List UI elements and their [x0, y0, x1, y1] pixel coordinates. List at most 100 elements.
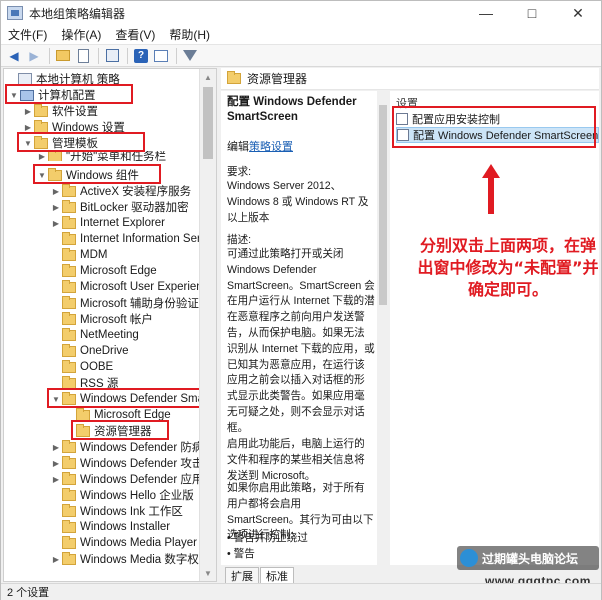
option-warn: • 警告	[227, 548, 255, 560]
help-icon[interactable]: ?	[132, 47, 150, 65]
chevron-right-icon[interactable]: ▶	[50, 199, 62, 215]
toolbar-separator	[127, 47, 128, 64]
folder-up-icon[interactable]	[54, 47, 72, 65]
folder-icon	[62, 311, 76, 325]
highlight-windows-components	[33, 164, 161, 184]
folder-icon	[34, 103, 48, 117]
watermark-badge: 过期罐头电脑论坛	[457, 546, 599, 570]
content-title: 资源管理器	[247, 72, 308, 86]
folder-icon	[62, 535, 76, 549]
highlight-admin-templates	[17, 132, 145, 152]
chevron-right-icon[interactable]: ▶	[50, 551, 62, 567]
minimize-button[interactable]: —	[463, 1, 509, 25]
arrow-forward-icon[interactable]: ▶	[25, 47, 43, 65]
folder-icon	[62, 327, 76, 341]
chevron-right-icon[interactable]: ▶	[50, 215, 62, 231]
tree-software-settings[interactable]: ▶ 软件设置	[22, 103, 98, 119]
tree-item[interactable]: Windows Installer	[50, 519, 170, 535]
chevron-right-icon[interactable]: ▶	[50, 183, 62, 199]
annotation-text: 分别双击上面两项，在弹出窗中修改为“未配置”并确定即可。	[417, 236, 599, 299]
tree-item[interactable]: OneDrive	[50, 343, 129, 359]
gpedit-app-icon	[7, 6, 23, 20]
folder-icon	[62, 487, 76, 501]
tree-item[interactable]: ▶ Windows Defender 攻击防	[50, 455, 215, 471]
menu-help[interactable]: 帮助(H)	[162, 26, 217, 43]
title-bar: 本地组策略编辑器 — □ ✕	[1, 1, 601, 25]
folder-icon	[62, 455, 76, 469]
tree-item[interactable]: ▶ Windows Defender 防病毒	[50, 439, 215, 455]
properties-icon[interactable]	[152, 47, 170, 65]
edit-policy-link[interactable]: 策略设置	[249, 141, 293, 153]
folder-icon	[62, 503, 76, 517]
status-bar: 2 个设置	[1, 583, 601, 600]
toolbar-separator	[176, 47, 177, 64]
chevron-right-icon[interactable]: ▶	[22, 103, 34, 119]
tree-item[interactable]: Windows Media Player	[50, 535, 197, 551]
chevron-right-icon[interactable]: ▶	[36, 151, 48, 161]
chevron-right-icon[interactable]: ▶	[50, 439, 62, 455]
chevron-right-icon[interactable]: ▶	[50, 471, 62, 487]
tree-item[interactable]: Microsoft 帐户	[50, 311, 153, 327]
folder-icon	[62, 375, 76, 389]
tree-pane[interactable]: 本地计算机 策略 ▼ 计算机配置 ▶ 软件设置 ▶ Windows 设置 ▼ 管…	[3, 68, 217, 582]
tree-item[interactable]: ▶ Internet Explorer	[50, 215, 165, 231]
tree-item[interactable]: Internet Information Servi	[50, 231, 209, 247]
tree-item[interactable]: ▶ BitLocker 驱动器加密	[50, 199, 189, 215]
folder-icon	[48, 151, 62, 161]
tree-item[interactable]: Microsoft Edge	[50, 263, 157, 279]
scroll-thumb[interactable]	[379, 105, 387, 305]
arrow-back-icon[interactable]: ◀	[5, 47, 23, 65]
filter-icon[interactable]	[181, 47, 199, 65]
tree-item[interactable]: ▶ Windows Defender 应用程	[50, 471, 215, 487]
tree-scrollbar[interactable]: ▲ ▼	[199, 69, 216, 581]
settings-pane: 设置 配置应用安装控制 配置 Windows Defender SmartScr…	[390, 91, 600, 565]
description-scrollbar[interactable]	[377, 91, 389, 565]
tree-item[interactable]: Microsoft User Experience	[50, 279, 215, 295]
tree-item[interactable]: ▶ Windows Media 数字权限	[50, 551, 210, 567]
toolbar-separator	[98, 47, 99, 64]
highlight-computer-config	[5, 84, 133, 104]
tab-extended[interactable]: 扩展	[225, 567, 259, 583]
toolbar: ◀ ▶ ?	[1, 45, 601, 67]
description-pane: 配置 Windows Defender SmartScreen 编辑策略设置 要…	[221, 91, 377, 565]
folder-icon	[62, 215, 76, 229]
gpedit-window: 本地组策略编辑器 — □ ✕ 文件(F) 操作(A) 查看(V) 帮助(H) ◀…	[0, 0, 602, 600]
tree-item[interactable]: Microsoft 辅助身份验证因素	[50, 295, 216, 311]
folder-icon	[62, 199, 76, 213]
folder-icon	[62, 343, 76, 357]
option-block-bypass: • 警告并防止绕过	[227, 532, 308, 544]
window-title: 本地组策略编辑器	[29, 6, 126, 21]
menu-action[interactable]: 操作(A)	[54, 26, 108, 43]
scroll-up-icon[interactable]: ▲	[200, 69, 216, 85]
tree-item[interactable]: Windows Ink 工作区	[50, 503, 183, 519]
tab-standard[interactable]: 标准	[260, 567, 294, 583]
tree-item[interactable]: ▶ ActiveX 安装程序服务	[50, 183, 191, 199]
close-button[interactable]: ✕	[555, 1, 601, 25]
highlight-explorer	[71, 420, 169, 440]
window-controls: — □ ✕	[463, 1, 601, 25]
export-icon[interactable]	[103, 47, 121, 65]
annotation-arrow-icon	[482, 164, 500, 214]
description-text-2: 启用此功能后，电脑上运行的文件和程序的某些相关信息将发送到 Microsoft。	[227, 438, 365, 482]
doc-icon[interactable]	[74, 47, 92, 65]
menu-file[interactable]: 文件(F)	[1, 26, 54, 43]
scroll-thumb[interactable]	[203, 87, 213, 159]
watermark-name: 过期罐头电脑论坛	[482, 551, 579, 566]
folder-icon	[62, 183, 76, 197]
folder-icon	[227, 71, 241, 84]
tree-item[interactable]: MDM	[50, 247, 107, 263]
highlight-defender-smartscreen	[47, 388, 213, 408]
maximize-button[interactable]: □	[509, 1, 555, 25]
chevron-right-icon[interactable]: ▶	[50, 455, 62, 471]
folder-icon	[62, 519, 76, 533]
menu-bar: 文件(F) 操作(A) 查看(V) 帮助(H)	[1, 25, 601, 45]
status-text: 2 个设置	[7, 587, 50, 599]
scroll-down-icon[interactable]: ▼	[200, 565, 216, 581]
tree-item[interactable]: NetMeeting	[50, 327, 139, 343]
tree-item[interactable]: OOBE	[50, 359, 113, 375]
tree-item[interactable]: Windows Hello 企业版	[50, 487, 194, 503]
tree-start-menu[interactable]: ▶ "开始"菜单和任务栏	[36, 151, 166, 161]
folder-icon	[62, 295, 76, 309]
menu-view[interactable]: 查看(V)	[108, 26, 162, 43]
folder-icon	[62, 263, 76, 277]
